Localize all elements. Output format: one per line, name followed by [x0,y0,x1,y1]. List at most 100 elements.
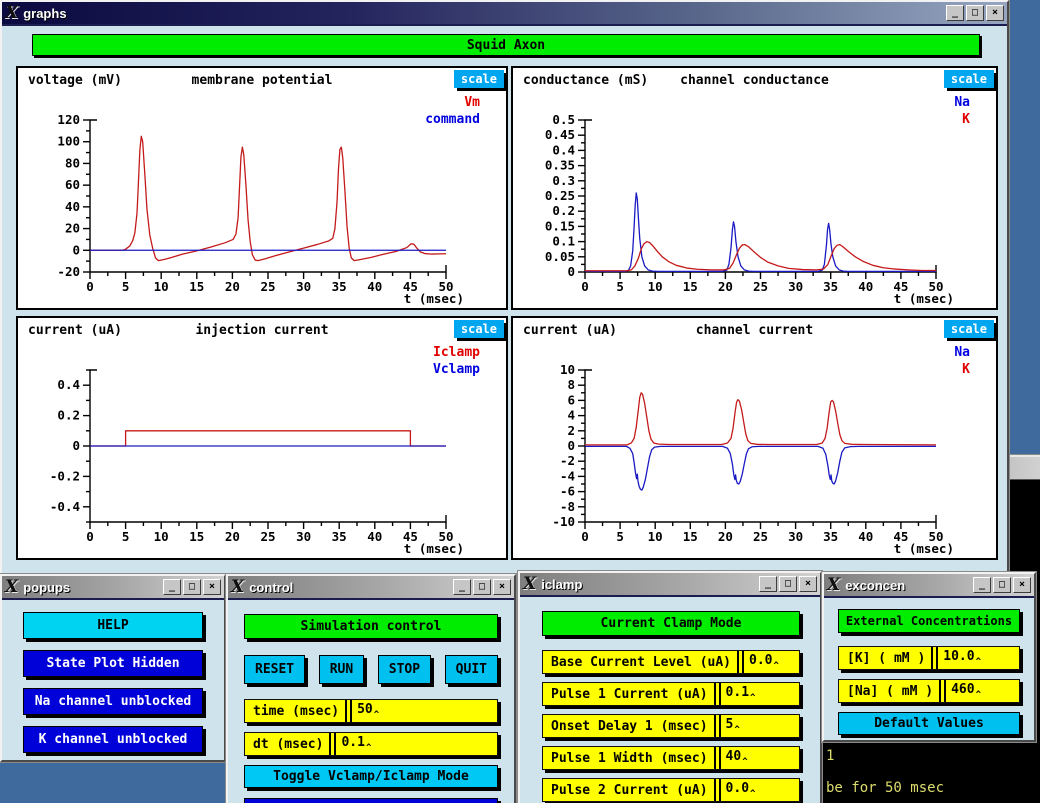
minimize-button[interactable]: _ [163,579,181,595]
maximize-button[interactable]: □ [966,5,984,21]
popups-content: HELP State Plot Hidden Na channel unbloc… [2,598,224,760]
close-button[interactable]: × [493,579,511,595]
na-channel-block-button[interactable]: Na channel unblocked [23,688,203,715]
reset-button[interactable]: RESET [244,655,305,684]
svg-text:0: 0 [72,438,80,453]
control-content: Simulation control RESET RUN STOP QUIT t… [228,598,514,803]
svg-text:-0.2: -0.2 [50,468,80,483]
maximize-button[interactable]: □ [779,576,797,592]
close-button[interactable]: × [986,5,1004,21]
field-label: Pulse 1 Current (uA) [551,687,708,702]
svg-text:5: 5 [616,529,624,544]
minimize-button[interactable]: _ [453,579,471,595]
field-value[interactable]: 0.1 [341,735,497,753]
svg-text:40: 40 [65,199,80,214]
scale-button[interactable]: scale [454,320,504,338]
base-current-field[interactable]: Base Current Level (uA) 0.0 [542,650,800,674]
field-value[interactable]: 0.0 [749,653,799,671]
quit-button[interactable]: QUIT [445,655,498,684]
minimize-button[interactable]: _ [946,5,964,21]
scale-button[interactable]: scale [944,320,994,338]
default-values-button[interactable]: Default Values [838,712,1020,735]
minimize-button[interactable]: _ [759,576,777,592]
field-label: Pulse 2 Current (uA) [551,783,708,798]
field-value[interactable]: 10.0 [943,649,1019,667]
field-value[interactable]: 40 [726,749,799,767]
field-divider [939,680,946,702]
scale-button[interactable]: scale [454,70,504,88]
svg-text:20: 20 [65,221,80,236]
window-title: iclamp [541,577,754,592]
time-field[interactable]: time (msec) 50 [244,699,498,723]
k-channel-block-button[interactable]: K channel unblocked [23,726,203,753]
legend-item: Iclamp [433,344,480,361]
na-concentration-field[interactable]: [Na] ( mM ) 460 [838,679,1020,703]
dt-field[interactable]: dt (msec) 0.1 [244,732,498,756]
overlay-toggle-button[interactable]: Overlay OFF [244,798,498,803]
legend: Vm command [425,94,480,128]
legend-item: K [954,111,970,128]
field-divider [345,700,352,722]
exconcen-titlebar[interactable]: X exconcen _ □ × [824,574,1034,596]
graphs-titlebar[interactable]: X graphs _ □ × [2,2,1007,24]
graph-title: channel conductance [513,73,996,88]
help-button[interactable]: HELP [23,612,203,639]
field-value[interactable]: 0.0 [726,781,799,799]
run-button[interactable]: RUN [319,655,364,684]
pulse2-current-field[interactable]: Pulse 2 Current (uA) 0.0 [542,778,800,802]
close-button[interactable]: × [1013,577,1031,593]
svg-text:0.4: 0.4 [552,142,575,157]
graph-panel-injection-current: current (uA) injection current scale 051… [16,316,508,560]
control-titlebar[interactable]: X control _ □ × [228,576,514,598]
legend-item: Vm [425,94,480,111]
pulse1-width-field[interactable]: Pulse 1 Width (msec) 40 [542,746,800,770]
svg-text:0: 0 [86,279,94,294]
svg-text:40: 40 [858,529,873,544]
window-title: control [249,580,448,595]
field-value[interactable]: 0.1 [726,685,799,703]
close-button[interactable]: × [799,576,817,592]
current-clamp-mode-banner: Current Clamp Mode [542,611,800,636]
iclamp-titlebar[interactable]: X iclamp _ □ × [520,573,820,595]
x11-logo-icon: X [231,579,244,596]
field-value[interactable]: 5 [726,717,799,735]
svg-text:30: 30 [788,529,803,544]
pulse1-current-field[interactable]: Pulse 1 Current (uA) 0.1 [542,682,800,706]
scale-button[interactable]: scale [944,70,994,88]
svg-text:35: 35 [823,529,838,544]
popups-titlebar[interactable]: X popups _ □ × [2,576,224,598]
field-value[interactable]: 50 [357,702,497,720]
legend-item: Na [954,344,970,361]
state-plot-toggle-button[interactable]: State Plot Hidden [23,650,203,677]
sim-button-row: RESET RUN STOP QUIT [244,655,498,684]
svg-text:30: 30 [296,529,311,544]
svg-text:35: 35 [332,529,347,544]
svg-text:-4: -4 [560,468,575,483]
toggle-clamp-mode-button[interactable]: Toggle Vclamp/Iclamp Mode [244,765,498,788]
maximize-button[interactable]: □ [473,579,491,595]
field-value[interactable]: 460 [951,682,1019,700]
field-label: [K] ( mM ) [847,651,925,666]
svg-text:-6: -6 [560,484,575,499]
minimize-button[interactable]: _ [973,577,991,593]
maximize-button[interactable]: □ [993,577,1011,593]
window-title: exconcen [845,578,968,593]
svg-text:5: 5 [122,529,130,544]
svg-text:35: 35 [823,279,838,294]
svg-text:25: 25 [260,279,275,294]
field-divider [714,715,721,737]
svg-text:20: 20 [225,529,240,544]
k-concentration-field[interactable]: [K] ( mM ) 10.0 [838,646,1020,670]
svg-text:10: 10 [154,279,169,294]
svg-text:40: 40 [367,279,382,294]
graph-panel-channel-current: current (uA) channel current scale 05101… [511,316,998,560]
onset-delay1-field[interactable]: Onset Delay 1 (msec) 5 [542,714,800,738]
close-button[interactable]: × [203,579,221,595]
svg-text:100: 100 [57,134,80,149]
svg-text:0: 0 [86,529,94,544]
svg-text:20: 20 [718,279,733,294]
stop-button[interactable]: STOP [378,655,431,684]
maximize-button[interactable]: □ [183,579,201,595]
field-label: time (msec) [253,704,339,719]
svg-text:t (msec): t (msec) [894,541,954,556]
